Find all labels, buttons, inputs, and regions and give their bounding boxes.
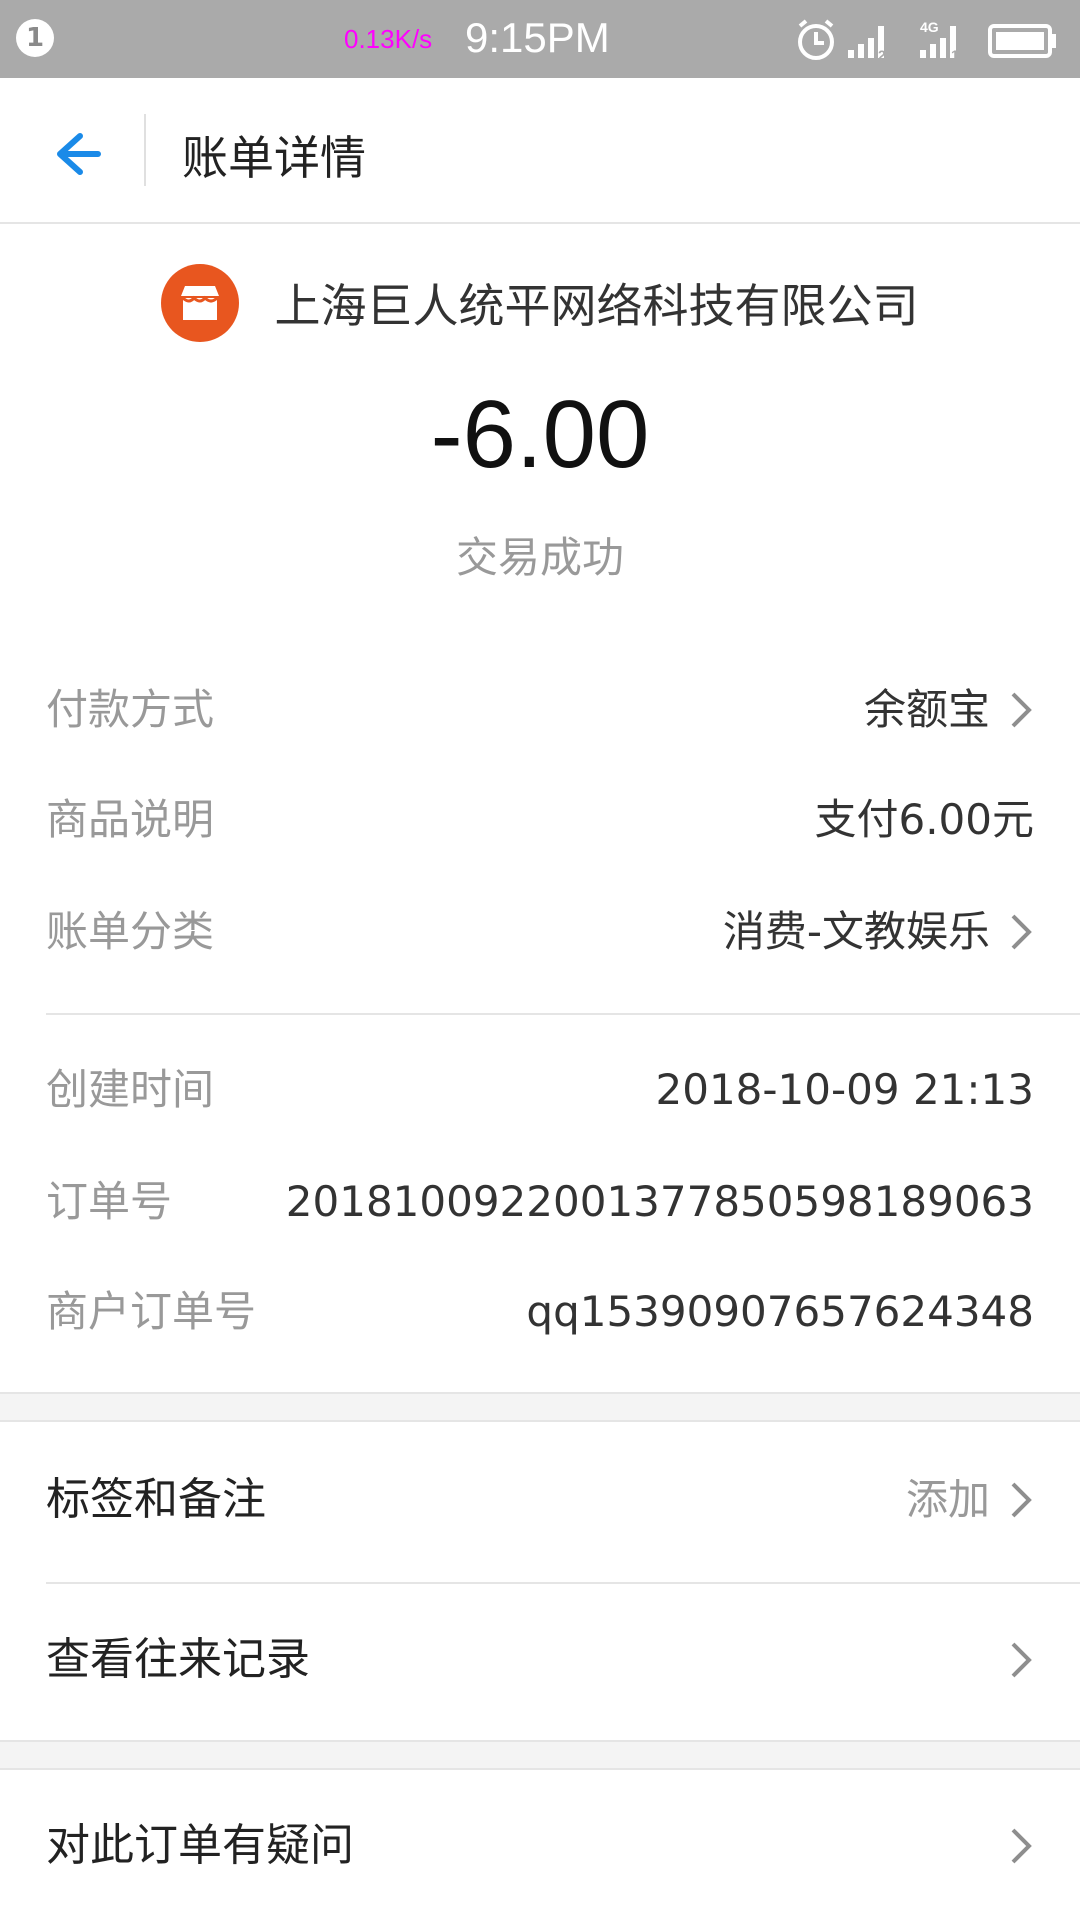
created-time-value: 2018-10-09 21:13: [655, 1065, 1034, 1114]
payment-method-value: 余额宝: [863, 685, 990, 734]
order-number-row: 订单号 2018100922001377850598189063: [46, 1172, 1034, 1232]
merchant-order-row: 商户订单号 qq15390907657624348: [46, 1282, 1034, 1342]
product-desc-row: 商品说明 支付6.00元: [46, 790, 1034, 850]
signal-sim1-icon: 4G 1: [920, 19, 959, 62]
section-divider: [46, 1013, 1080, 1015]
bill-category-row[interactable]: 账单分类 消费-文教娱乐: [46, 902, 1034, 962]
app-header: 账单详情: [0, 78, 1080, 224]
view-history-row[interactable]: 查看往来记录: [46, 1630, 1034, 1690]
network-type: 4G: [920, 19, 939, 35]
view-history-label: 查看往来记录: [46, 1634, 310, 1685]
header-divider: [144, 114, 146, 186]
transaction-status: 交易成功: [455, 533, 624, 582]
page-title: 账单详情: [182, 131, 366, 185]
store-icon: [161, 264, 240, 342]
order-number-value: 2018100922001377850598189063: [285, 1177, 1034, 1226]
status-icons: 2 4G 1: [798, 19, 1056, 62]
merchant-row: 上海巨人统平网络科技有限公司: [0, 264, 1080, 344]
sim2-number: 2: [878, 47, 886, 62]
status-bar: 1 0.13K/s 9:15PM 2 4G 1: [0, 0, 1080, 78]
chevron-right-icon: [1011, 692, 1032, 728]
created-time-row: 创建时间 2018-10-09 21:13: [46, 1060, 1034, 1120]
order-number-label: 订单号: [46, 1177, 173, 1226]
battery-icon: [988, 24, 1056, 58]
order-question-row[interactable]: 对此订单有疑问: [46, 1816, 1034, 1876]
back-arrow-icon[interactable]: [40, 122, 104, 186]
merchant-order-label: 商户订单号: [46, 1287, 257, 1336]
payment-method-row[interactable]: 付款方式 余额宝: [46, 680, 1034, 740]
merchant-order-value: qq15390907657624348: [526, 1287, 1034, 1336]
tags-notes-label: 标签和备注: [46, 1474, 266, 1525]
row-divider: [46, 1582, 1080, 1584]
signal-sim2-icon: 2: [848, 26, 886, 62]
sim1-number: 1: [951, 47, 959, 62]
bill-category-label: 账单分类: [46, 907, 215, 956]
merchant-name: 上海巨人统平网络科技有限公司: [274, 279, 919, 333]
section-gap: [0, 1392, 1080, 1422]
product-desc-value: 支付6.00元: [814, 795, 1034, 844]
clock: 9:15PM: [465, 14, 610, 61]
payment-method-label: 付款方式: [46, 685, 215, 734]
order-question-label: 对此订单有疑问: [46, 1820, 354, 1871]
chevron-right-icon: [1011, 914, 1032, 950]
product-desc-label: 商品说明: [46, 795, 215, 844]
alarm-icon: [798, 19, 834, 60]
transaction-amount: -6.00: [430, 381, 650, 488]
chevron-right-icon: [1011, 1482, 1032, 1518]
tags-notes-row[interactable]: 标签和备注 添加: [46, 1470, 1034, 1530]
notification-count-badge: 1: [16, 19, 54, 57]
section-gap: [0, 1740, 1080, 1770]
created-time-label: 创建时间: [46, 1065, 215, 1114]
tags-notes-add: 添加: [905, 1475, 990, 1524]
network-speed: 0.13K/s: [344, 24, 433, 54]
bill-category-value: 消费-文教娱乐: [722, 907, 990, 956]
chevron-right-icon: [1011, 1642, 1032, 1678]
chevron-right-icon: [1011, 1828, 1032, 1864]
